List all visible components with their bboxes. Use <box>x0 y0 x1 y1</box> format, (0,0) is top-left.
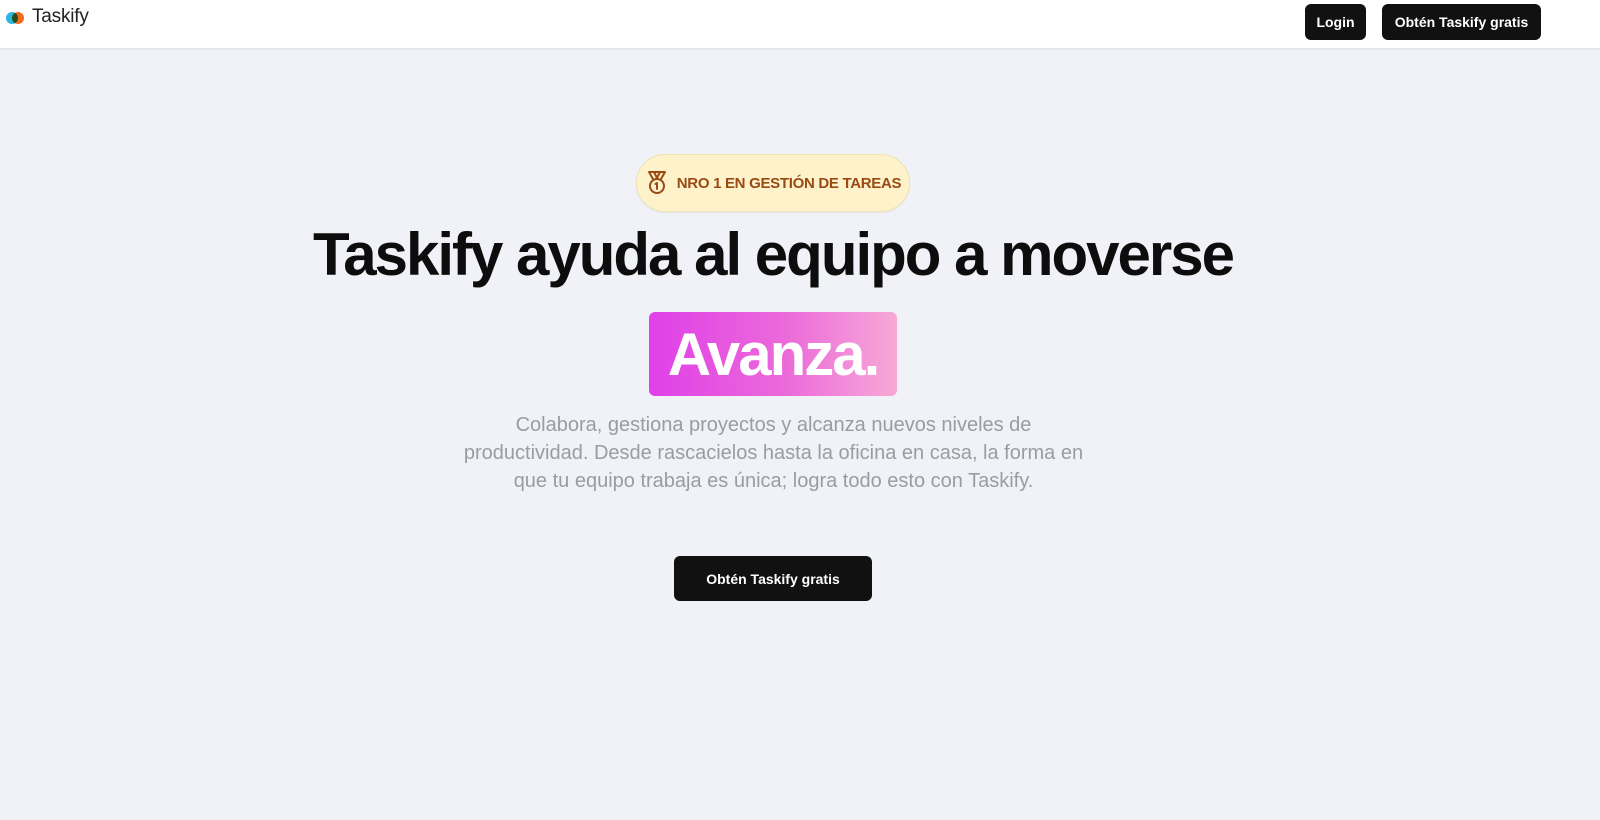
get-taskify-free-cta-button[interactable]: Obtén Taskify gratis <box>674 556 872 601</box>
login-button[interactable]: Login <box>1305 4 1366 40</box>
top-rank-badge: NRO 1 EN GESTIÓN DE TAREAS <box>636 154 910 212</box>
brand-name: Taskify <box>32 6 89 27</box>
top-navbar: Taskify Login Obtén Taskify gratis <box>0 0 1600 49</box>
hero-headline: Taskify ayuda al equipo a moverse <box>313 221 1235 288</box>
hero-description: Colabora, gestiona proyectos y alcanza n… <box>463 414 1084 492</box>
get-taskify-free-nav-button[interactable]: Obtén Taskify gratis <box>1382 4 1541 40</box>
hero-highlight-word: Avanza. <box>649 312 897 396</box>
medal-icon <box>647 171 666 194</box>
taskify-logo-icon <box>5 10 25 24</box>
badge-text: NRO 1 EN GESTIÓN DE TAREAS <box>676 174 902 192</box>
brand-logo-link[interactable]: Taskify <box>5 6 89 28</box>
